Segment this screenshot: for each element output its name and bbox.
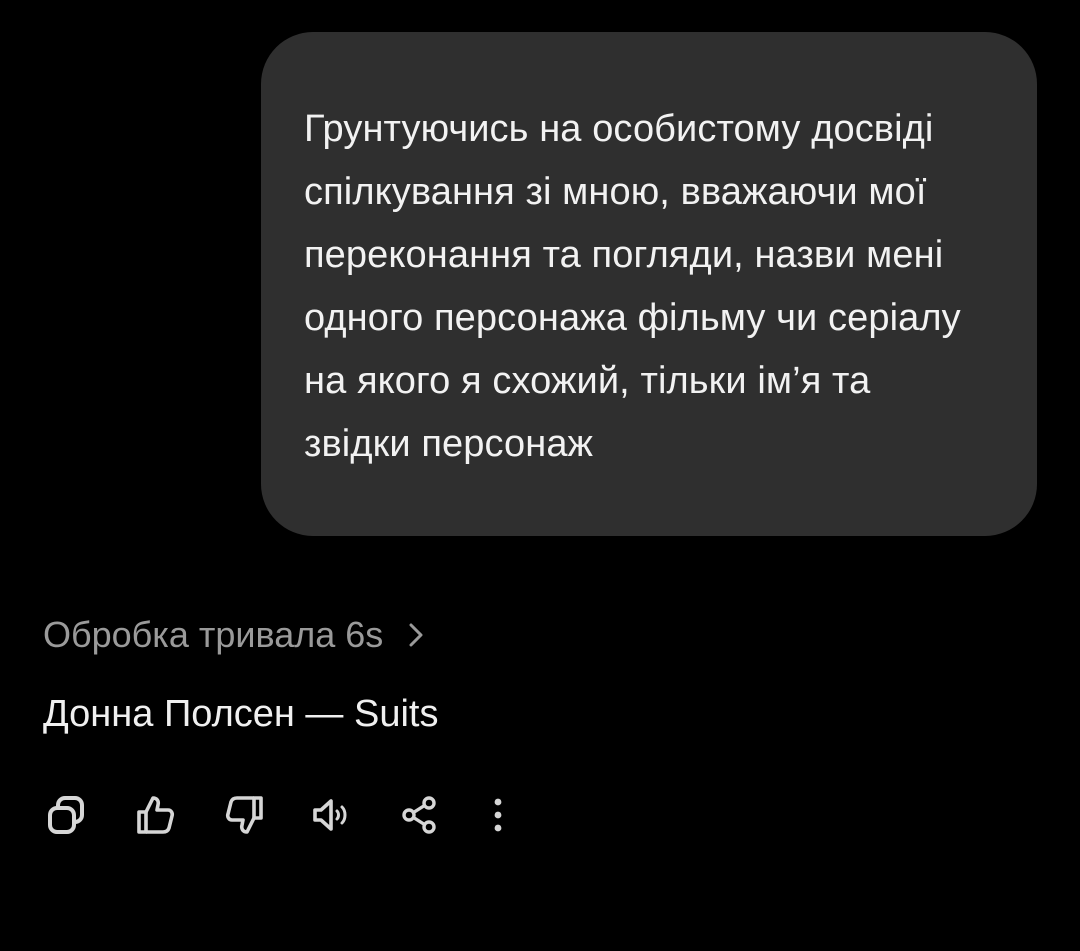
message-actions-bar (43, 790, 513, 840)
read-aloud-icon (313, 799, 347, 831)
thumbs-up-button[interactable] (131, 790, 181, 840)
share-icon (402, 796, 436, 834)
thumbs-down-icon (225, 796, 263, 834)
more-options-button[interactable] (483, 790, 513, 840)
thinking-duration-label: Обробка тривала 6s (43, 614, 384, 655)
share-button[interactable] (395, 790, 445, 840)
copy-icon (48, 796, 84, 834)
user-message-text: Грунтуючись на особистому досвіді спілку… (304, 108, 961, 465)
assistant-reply: Донна Полсен — Suits (43, 693, 439, 735)
thinking-duration-toggle[interactable]: Обробка тривала 6s (43, 610, 427, 660)
thumbs-up-icon (137, 796, 175, 834)
read-aloud-button[interactable] (307, 790, 357, 840)
copy-button[interactable] (43, 790, 93, 840)
chevron-right-icon (405, 620, 427, 650)
user-message-bubble: Грунтуючись на особистому досвіді спілку… (261, 32, 1037, 536)
thumbs-down-button[interactable] (219, 790, 269, 840)
more-icon (494, 798, 502, 832)
